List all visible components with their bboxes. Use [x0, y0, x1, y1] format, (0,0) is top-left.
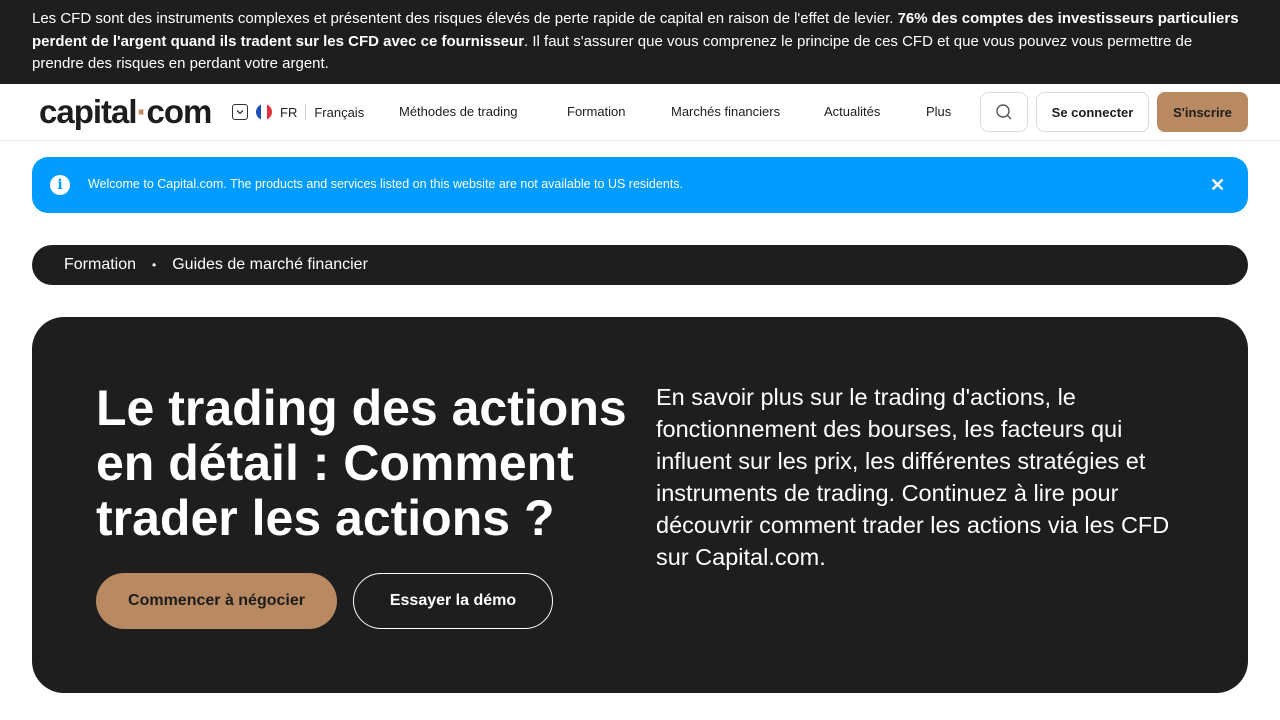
risk-warning-bar: Les CFD sont des instruments complexes e… [0, 0, 1280, 84]
risk-warning-text: Les CFD sont des instruments complexes e… [32, 10, 898, 27]
signup-button[interactable]: S'inscrire [1157, 92, 1248, 132]
info-icon: i [50, 175, 70, 195]
menu-financial-markets[interactable]: Marchés financiers [671, 104, 780, 119]
france-flag-icon [256, 104, 272, 120]
menu-trading-methods[interactable]: Méthodes de trading [399, 104, 518, 119]
breadcrumb-item-guides[interactable]: Guides de marché financier [172, 256, 368, 274]
breadcrumb: Formation • Guides de marché financier [32, 245, 1248, 285]
language-name: Français [314, 104, 365, 120]
top-navigation: capital·com FR Français Méthodes de trad… [0, 84, 1280, 141]
menu-more[interactable]: Plus [926, 104, 951, 119]
divider [305, 104, 307, 120]
breadcrumb-separator: • [152, 258, 157, 272]
search-button[interactable] [980, 92, 1028, 132]
breadcrumb-item-formation[interactable]: Formation [64, 256, 136, 274]
close-icon[interactable]: ✕ [1210, 175, 1225, 195]
start-trading-button[interactable]: Commencer à négocier [96, 573, 337, 629]
search-icon [996, 104, 1012, 120]
try-demo-button[interactable]: Essayer la démo [353, 573, 553, 629]
menu-formation[interactable]: Formation [567, 104, 626, 119]
language-code: FR [280, 104, 298, 120]
hero-description: En savoir plus sur le trading d'actions,… [656, 384, 1170, 570]
notice-message: Welcome to Capital.com. The products and… [88, 177, 683, 191]
language-selector[interactable]: FR Français [232, 103, 364, 121]
us-residents-notice: i Welcome to Capital.com. The products a… [32, 157, 1248, 213]
login-button[interactable]: Se connecter [1036, 92, 1149, 132]
page-title: Le trading des actions en détail : Comme… [96, 380, 627, 546]
chevron-down-icon [232, 104, 248, 120]
hero-section: Le trading des actions en détail : Comme… [32, 317, 1248, 693]
capital-com-logo[interactable]: capital·com [39, 94, 212, 130]
menu-news[interactable]: Actualités [824, 104, 880, 119]
